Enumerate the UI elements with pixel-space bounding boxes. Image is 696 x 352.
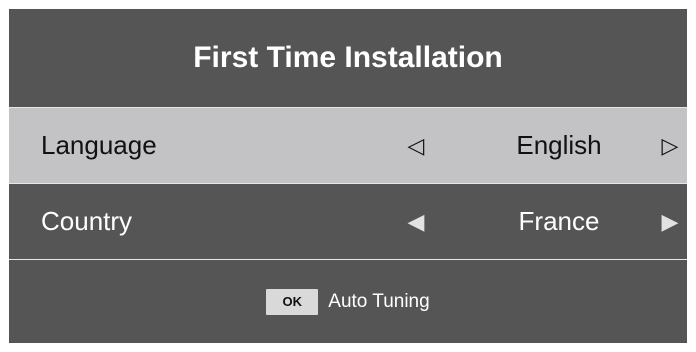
next-option-arrow-icon[interactable]: ▶ bbox=[655, 184, 685, 259]
footer-hint: OK Auto Tuning bbox=[9, 260, 687, 343]
setting-value-language: English bbox=[516, 130, 602, 160]
setting-label-language: Language bbox=[41, 130, 157, 160]
setting-row-country[interactable]: Country ◀ France ▶ bbox=[9, 183, 687, 259]
next-option-arrow-icon[interactable]: ▷ bbox=[655, 108, 685, 183]
screen-title: First Time Installation bbox=[193, 41, 503, 74]
first-time-installation-panel: First Time Installation Language ◁ Engli… bbox=[9, 9, 687, 343]
setting-label-country: Country bbox=[41, 206, 133, 236]
previous-option-arrow-icon[interactable]: ◀ bbox=[401, 184, 431, 259]
setting-row-language[interactable]: Language ◁ English ▷ bbox=[9, 107, 687, 183]
auto-tuning-label: Auto Tuning bbox=[328, 290, 430, 312]
ok-key-button[interactable]: OK bbox=[266, 288, 319, 315]
previous-option-arrow-icon[interactable]: ◁ bbox=[401, 108, 431, 183]
setting-value-country: France bbox=[518, 206, 600, 236]
